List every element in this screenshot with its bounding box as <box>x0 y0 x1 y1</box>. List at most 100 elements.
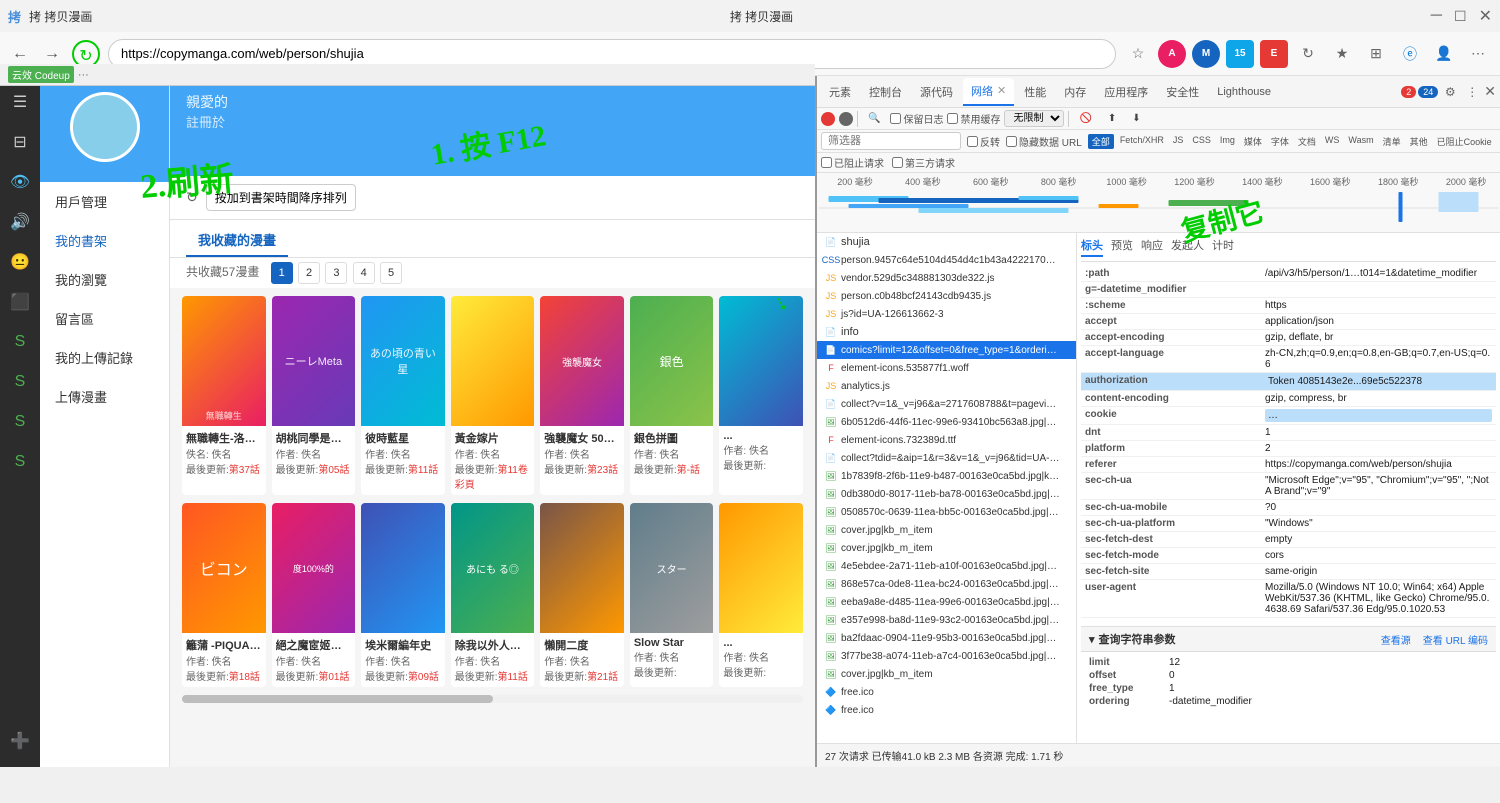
back-btn[interactable]: ← <box>8 41 32 67</box>
sort-dropdown[interactable]: 按加到書架時間降序排列 <box>206 184 356 211</box>
preserve-log-check[interactable]: 保留日志 <box>890 111 943 126</box>
filter-img[interactable]: Img <box>1217 134 1238 149</box>
file-item-avatar[interactable]: 🖼 6b0512d6-44f6-11ec-99e6-93410bc563a8.j… <box>817 413 1076 431</box>
devtools-dock-icon[interactable]: ⋮ <box>1462 82 1482 102</box>
third-party-check[interactable]: 第三方请求 <box>892 155 955 170</box>
disable-cache-check[interactable]: 禁用缓存 <box>947 111 1000 126</box>
file-item-img2[interactable]: 🖼 0db380d0-8017-11eb-ba78-00163e0ca5bd.j… <box>817 485 1076 503</box>
filter-fetch-xhr[interactable]: Fetch/XHR <box>1117 134 1167 149</box>
filter-css[interactable]: CSS <box>1189 134 1214 149</box>
manga-card-9[interactable]: 度100%的 絕之魔宧姬大人 作者: 佚名 最後更新:第01話 <box>272 503 356 687</box>
devtools-tab-lighthouse[interactable]: Lighthouse <box>1209 78 1279 106</box>
clear-btn[interactable]: 🚫 <box>1073 111 1097 126</box>
close-btn[interactable]: ✕ <box>1479 6 1492 26</box>
file-item-ga[interactable]: JS js?id=UA-126613662-3 <box>817 305 1076 323</box>
file-item-collect2[interactable]: 📄 collect?tdid=&aip=1&r=3&v=1&_v=j96&tid… <box>817 449 1076 467</box>
file-item-img3[interactable]: 🖼 0508570c-0639-11ea-bb5c-00163e0ca5bd.j… <box>817 503 1076 521</box>
manga-card-11[interactable]: あにも る◎ 除我以外人類全員百合 作者: 佚名 最後更新:第11話 <box>451 503 535 687</box>
favorites-icon[interactable]: ★ <box>1328 40 1356 68</box>
file-item-ttf[interactable]: F element-icons.732389d.ttf <box>817 431 1076 449</box>
nav-item-comments[interactable]: 留言區 <box>40 299 169 338</box>
file-item-cover3[interactable]: 🖼 cover.jpg|kb_m_item <box>817 665 1076 683</box>
collections-icon[interactable]: ⊞ <box>1362 40 1390 68</box>
manga-card-7[interactable]: ... 作者: 佚名 最後更新: <box>719 296 803 495</box>
nav-item-upload-records[interactable]: 我的上傳記錄 <box>40 338 169 377</box>
header-tab-preview[interactable]: 预览 <box>1111 237 1133 257</box>
page-2[interactable]: 2 <box>298 262 320 284</box>
file-item-analytics[interactable]: JS analytics.js <box>817 377 1076 395</box>
blocked-requests-check[interactable]: 已阻止请求 <box>821 155 884 170</box>
file-item-collect[interactable]: 📄 collect?v=1&_v=j96&a=2717608788&t=page… <box>817 395 1076 413</box>
record-btn[interactable] <box>821 112 835 126</box>
file-item-css[interactable]: CSS person.9457c64e5104d454d4c1b43a42221… <box>817 251 1076 269</box>
extension-icon[interactable]: E <box>1260 40 1288 68</box>
manga-card-13[interactable]: スター Slow Star 作者: 佚名 最後更新: <box>630 503 714 687</box>
filter-wasm[interactable]: Wasm <box>1345 134 1376 149</box>
manga-card-3[interactable]: あの頃の青い星 彼時藍星 作者: 佚名 最後更新:第11話 <box>361 296 445 495</box>
filter-doc[interactable]: 文档 <box>1295 134 1319 149</box>
manga-card-6[interactable]: 銀色 銀色拼圖 作者: 佚名 最後更新:第-話 <box>630 296 714 495</box>
file-item-ico2[interactable]: 🔷 free.ico <box>817 701 1076 719</box>
file-item-ico1[interactable]: 🔷 free.ico <box>817 683 1076 701</box>
manga-card-14[interactable]: ... 作者: 佚名 最後更新: <box>719 503 803 687</box>
sidebar-icon-s3[interactable]: S <box>2 404 38 440</box>
devtools-tab-console[interactable]: 控制台 <box>861 78 910 106</box>
filter-manifest[interactable]: 清单 <box>1380 134 1404 149</box>
sidebar-icon-s2[interactable]: S <box>2 364 38 400</box>
tab-my-favorites[interactable]: 我收藏的漫畫 <box>186 224 288 257</box>
bookmark-star-icon[interactable]: ☆ <box>1124 40 1152 68</box>
sidebar-icon-s4[interactable]: S <box>2 444 38 480</box>
search-icon-btn[interactable]: 🔍 <box>862 111 886 126</box>
devtools-tab-application[interactable]: 应用程序 <box>1096 78 1156 106</box>
devtools-close-btn[interactable]: ✕ <box>1484 83 1496 100</box>
file-item-img9[interactable]: 🖼 3f77be38-a074-11eb-a7c4-00163e0ca5bd.j… <box>817 647 1076 665</box>
view-url-link[interactable]: 查看 URL 编码 <box>1423 632 1488 647</box>
devtools-tab-sources[interactable]: 源代码 <box>912 78 961 106</box>
maximize-btn[interactable]: ☐ <box>1454 8 1467 25</box>
minimize-btn[interactable]: ─ <box>1431 7 1442 25</box>
file-item-woff[interactable]: F element-icons.535877f1.woff <box>817 359 1076 377</box>
file-item-comics[interactable]: 📄 comics?limit=12&offset=0&free_type=1&o… <box>817 341 1076 359</box>
throttle-select[interactable]: 无限制 <box>1004 110 1064 127</box>
nav-item-my-browse[interactable]: 我的瀏覽 <box>40 260 169 299</box>
forward-btn[interactable]: → <box>40 41 64 67</box>
user-profile-icon[interactable]: 👤 <box>1430 40 1458 68</box>
refresh-list-btn[interactable]: ↻ <box>186 189 198 206</box>
devtools-tab-elements[interactable]: 元素 <box>821 78 859 106</box>
header-tab-response[interactable]: 响应 <box>1141 237 1163 257</box>
header-tab-initiator[interactable]: 发起人 <box>1171 237 1204 257</box>
page-current[interactable]: 1 <box>271 262 293 284</box>
network-tab-close[interactable]: ✕ <box>997 84 1006 97</box>
filter-all[interactable]: 全部 <box>1088 134 1114 149</box>
sidebar-icon-audio[interactable]: 🔊 <box>2 204 38 240</box>
import-btn[interactable]: ⬆ <box>1102 111 1122 126</box>
h-scrollbar[interactable] <box>182 695 803 703</box>
hide-data-check[interactable]: 隐藏数据 URL <box>1006 134 1082 149</box>
file-item-img5[interactable]: 🖼 868e57ca-0de8-11ea-bc24-00163e0ca5bd.j… <box>817 575 1076 593</box>
filter-media[interactable]: 媒体 <box>1241 134 1265 149</box>
sidebar-icon-face[interactable]: 😐 <box>2 244 38 280</box>
file-item-vendor-js[interactable]: JS vendor.529d5c348881303de322.js <box>817 269 1076 287</box>
filter-other[interactable]: 其他 <box>1407 134 1431 149</box>
query-params-header[interactable]: ▾ 查询字符串参数 查看源 查看 URL 编码 <box>1081 627 1496 652</box>
devtools-tab-network[interactable]: 网络 ✕ <box>963 78 1014 106</box>
file-item-cover1[interactable]: 🖼 cover.jpg|kb_m_item <box>817 521 1076 539</box>
file-item-img8[interactable]: 🖼 ba2fdaac-0904-11e9-95b3-00163e0ca5bd.j… <box>817 629 1076 647</box>
file-item-shujia[interactable]: 📄 shujia <box>817 233 1076 251</box>
stop-btn[interactable] <box>839 112 853 126</box>
sidebar-icon-menu[interactable]: ☰ <box>2 84 38 120</box>
edge-logo-icon[interactable]: ⓔ <box>1396 40 1424 68</box>
file-item-img1[interactable]: 🖼 1b7839f8-2f6b-11e9-b487-00163e0ca5bd.j… <box>817 467 1076 485</box>
header-tab-timing[interactable]: 计时 <box>1212 237 1234 257</box>
sidebar-icon-s1[interactable]: S <box>2 324 38 360</box>
devtools-tab-security[interactable]: 安全性 <box>1158 78 1207 106</box>
devtools-search-input[interactable] <box>821 132 961 150</box>
devtools-tab-performance[interactable]: 性能 <box>1016 78 1054 106</box>
filter-ws[interactable]: WS <box>1322 134 1343 149</box>
file-item-cover2[interactable]: 🖼 cover.jpg|kb_m_item <box>817 539 1076 557</box>
file-item-img7[interactable]: 🖼 e357e998-ba8d-11e9-93c2-00163e0ca5bd.j… <box>817 611 1076 629</box>
manga-card-2[interactable]: ニーレMeta 胡桃同學是魔人達人 作者: 佚名 最後更新:第05話 <box>272 296 356 495</box>
sidebar-icon-add[interactable]: ➕ <box>2 723 38 759</box>
file-item-img4[interactable]: 🖼 4e5ebdee-2a71-11eb-a10f-00163e0ca5bd.j… <box>817 557 1076 575</box>
manga-card-4[interactable]: 黃金嫁片 作者: 佚名 最後更新:第11卷彩頁 <box>451 296 535 495</box>
